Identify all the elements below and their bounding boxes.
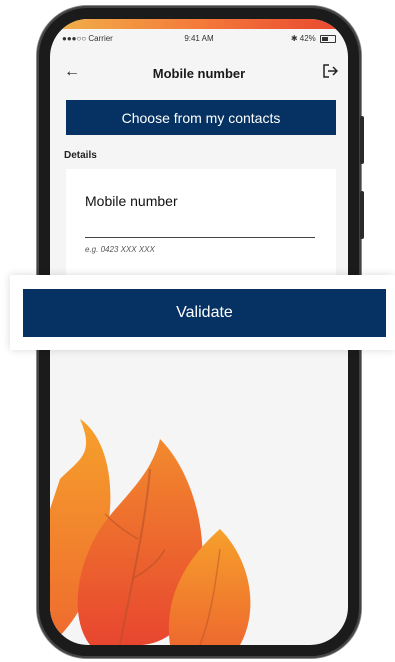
status-bar: ●●●○○ Carrier 9:41 AM ✱ 42% (50, 31, 348, 47)
validate-button[interactable]: Validate (23, 289, 386, 337)
phone-side-button-upper (360, 116, 364, 164)
details-section-label: Details (64, 150, 97, 161)
mobile-number-input[interactable] (85, 237, 315, 238)
battery-icon (320, 34, 336, 43)
navbar: ← Mobile number (50, 61, 348, 85)
phone-side-button-lower (360, 191, 364, 239)
top-gradient-strip (50, 19, 348, 29)
page-title: Mobile number (152, 66, 246, 81)
mobile-number-label: Mobile number (85, 193, 178, 209)
flame-leaf-illustration (50, 419, 251, 645)
battery-status: ✱ 42% (291, 34, 336, 43)
logout-icon[interactable] (322, 64, 338, 78)
validate-panel: Validate (10, 275, 395, 350)
mobile-number-hint: e.g. 0423 XXX XXX (85, 245, 155, 254)
choose-contacts-button[interactable]: Choose from my contacts (66, 100, 336, 135)
battery-percent: 42% (299, 34, 316, 43)
bluetooth-icon: ✱ (290, 34, 298, 43)
